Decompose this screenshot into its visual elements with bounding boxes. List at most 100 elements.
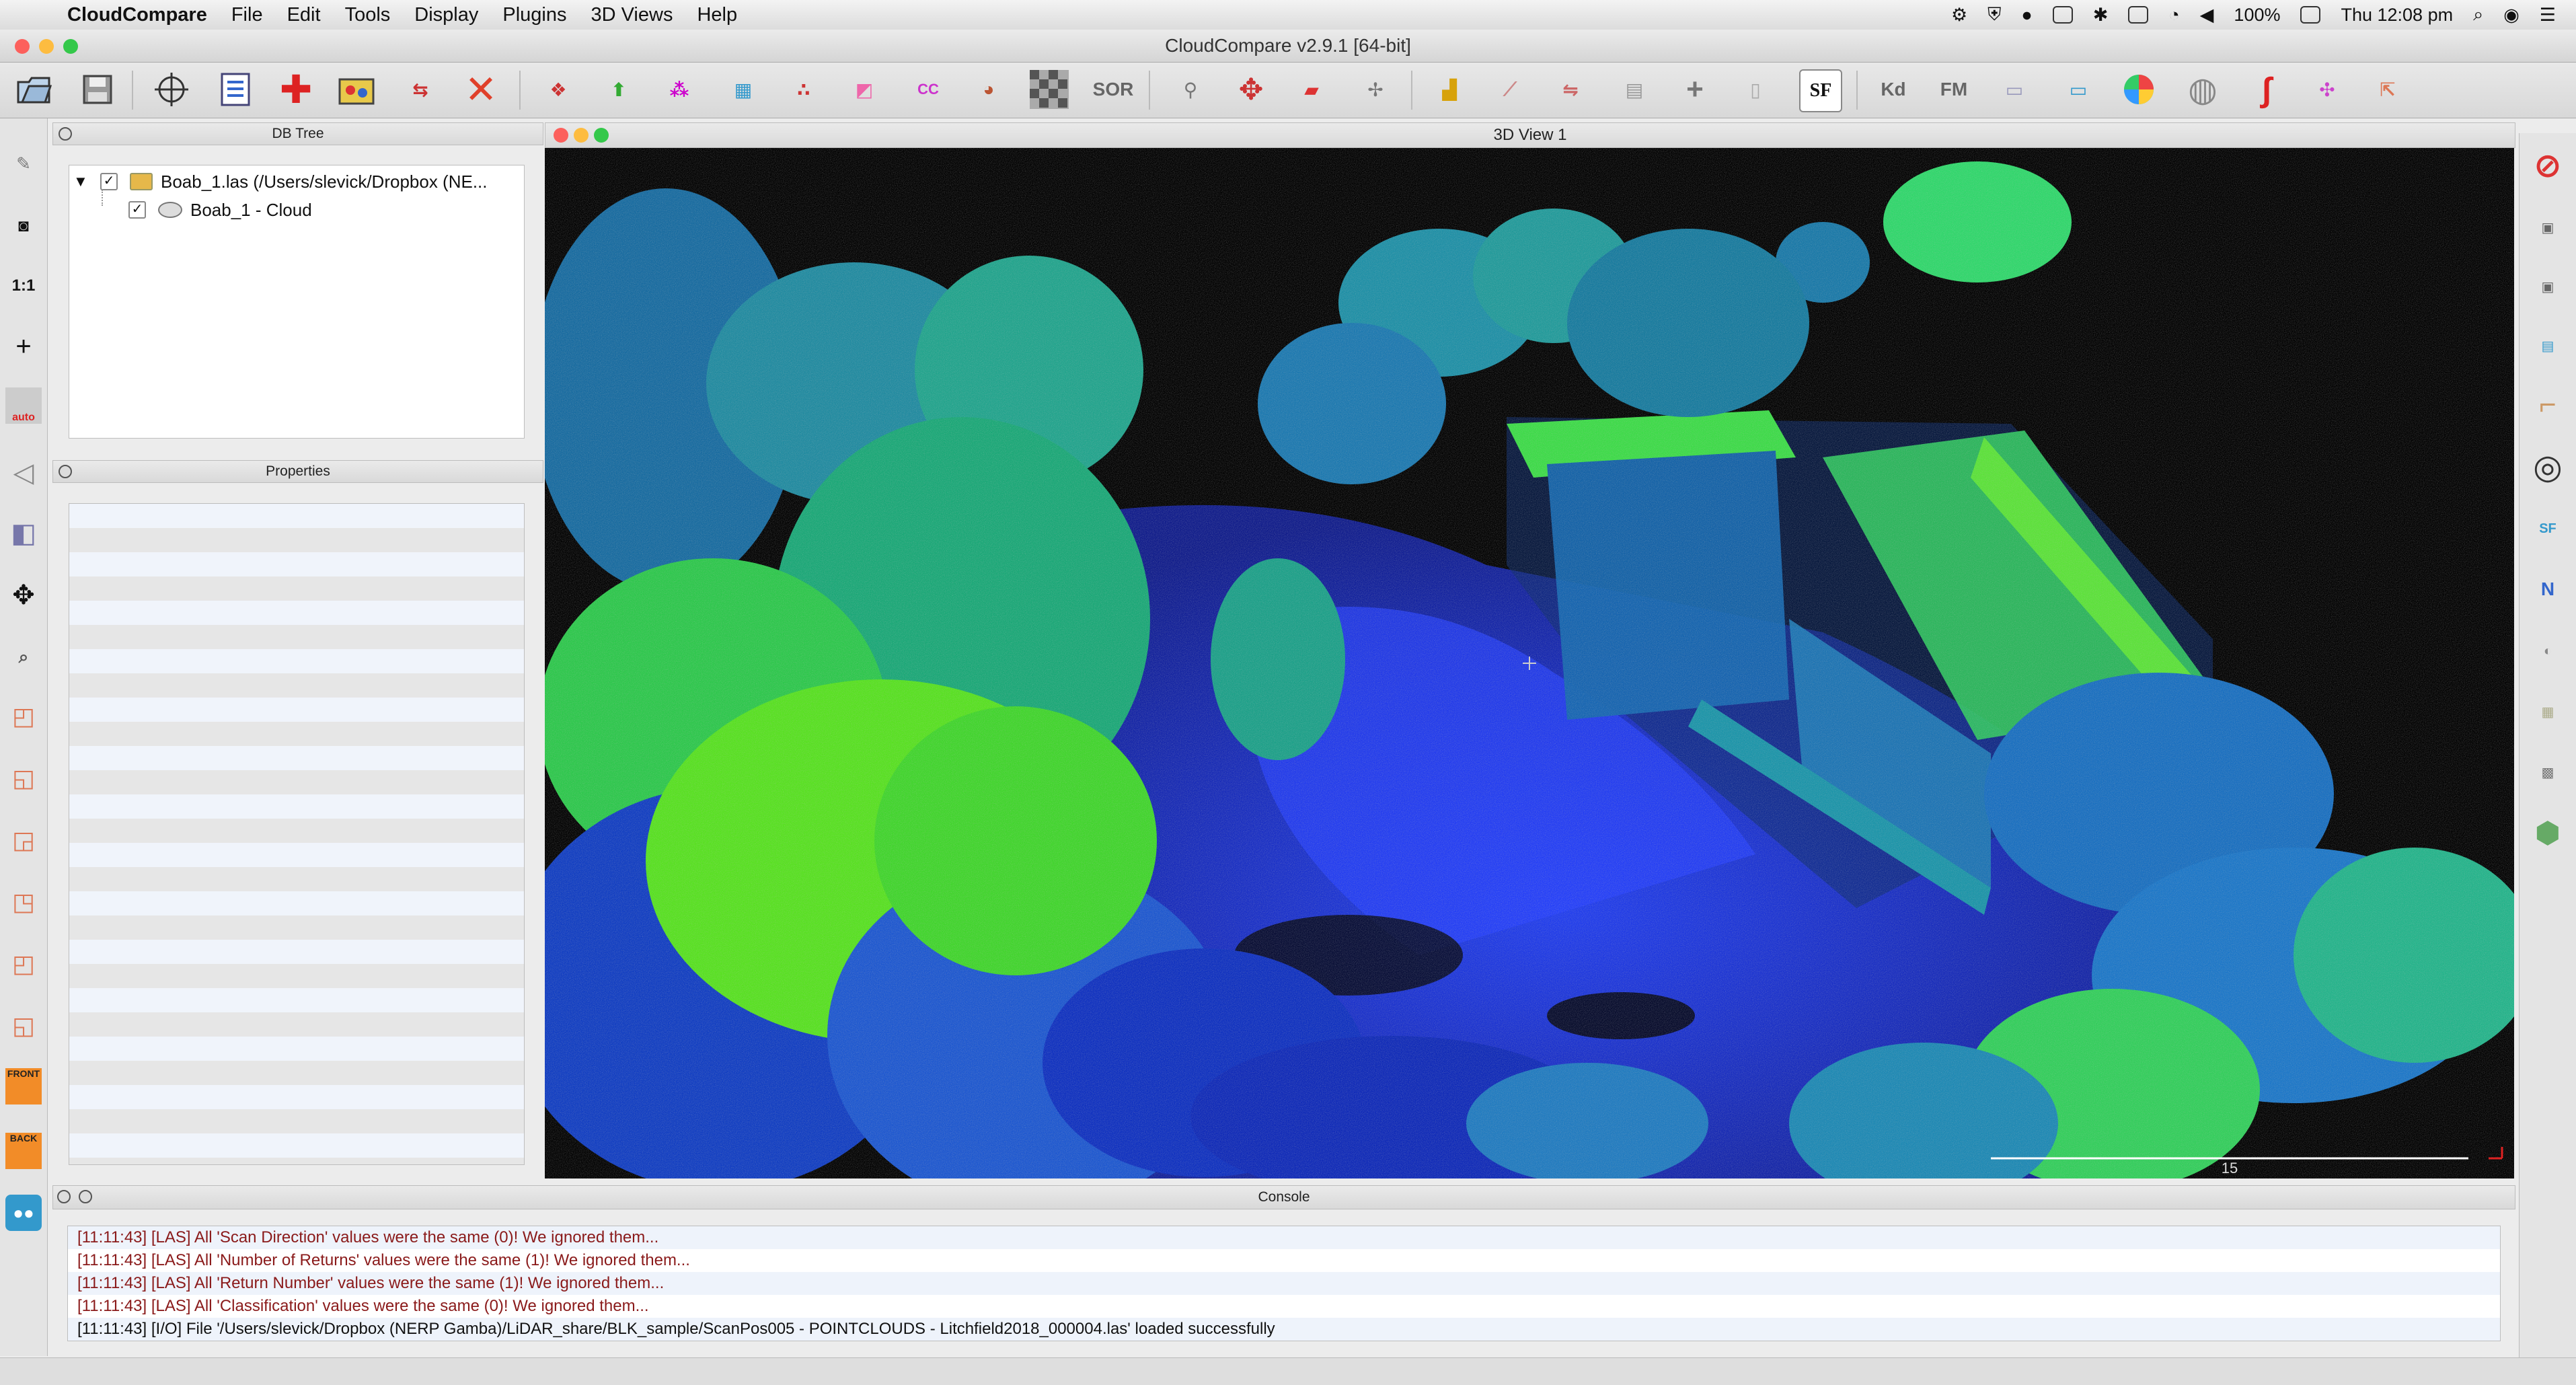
- connected-components-icon[interactable]: CC: [908, 69, 948, 110]
- compare-icon[interactable]: ⇋: [1550, 69, 1591, 110]
- export-icon[interactable]: ⇱: [2367, 69, 2408, 110]
- clone-icon[interactable]: ⇆: [400, 69, 441, 110]
- translate-rotate-icon[interactable]: ✥: [1231, 69, 1271, 110]
- panel-float-icon[interactable]: [79, 1190, 92, 1203]
- tree-item-cloud[interactable]: ✓ Boab_1 - Cloud: [123, 198, 312, 222]
- menu-3d-views[interactable]: 3D Views: [591, 4, 673, 26]
- gear-status-icon[interactable]: ⚙: [1951, 5, 1967, 26]
- tree-item-label[interactable]: Boab_1 - Cloud: [190, 200, 312, 221]
- globe-icon[interactable]: ◍: [2183, 69, 2223, 110]
- m3c2-plugin-icon[interactable]: ▦: [2529, 693, 2567, 731]
- minimize-view-button[interactable]: [574, 128, 589, 143]
- sor-filter-icon[interactable]: SOR: [1093, 69, 1134, 110]
- right-view-icon[interactable]: ◰: [5, 946, 42, 982]
- expand-arrow-icon[interactable]: ▼: [73, 173, 93, 190]
- back-view-icon[interactable]: ◳: [5, 884, 42, 920]
- panel-float-icon[interactable]: [59, 127, 72, 141]
- volume-icon[interactable]: ◀: [2200, 5, 2214, 26]
- panel-close-icon[interactable]: [57, 1190, 71, 1203]
- bottom-view-icon[interactable]: ◱: [5, 1008, 42, 1044]
- maximize-view-button[interactable]: [594, 128, 609, 143]
- zoom-icon[interactable]: ⌕: [5, 639, 42, 675]
- center-crosshair-icon[interactable]: +: [5, 328, 42, 365]
- front-view-icon[interactable]: ◱: [5, 760, 42, 796]
- hpr-plugin-icon[interactable]: ◐: [2529, 632, 2567, 670]
- wrench-icon[interactable]: ✎: [5, 145, 42, 182]
- scatter-icon[interactable]: ✣: [2307, 69, 2347, 110]
- perspective-icon[interactable]: ◁: [5, 455, 42, 491]
- tree-item-label[interactable]: Boab_1.las (/Users/slevick/Dropbox (NE..…: [161, 172, 488, 192]
- merge-clouds-icon[interactable]: [336, 69, 377, 110]
- auto-pick-center-button[interactable]: auto: [5, 387, 42, 424]
- mesh-icon[interactable]: ▦: [723, 69, 763, 110]
- scalar-field-icon[interactable]: SF: [1799, 69, 1842, 112]
- add-point-icon[interactable]: ✚: [276, 68, 316, 112]
- notification-center-icon[interactable]: ☰: [2540, 5, 2556, 26]
- close-view-button[interactable]: [554, 128, 568, 143]
- zoom-1to1-button[interactable]: 1:1: [5, 268, 42, 304]
- menu-plugins[interactable]: Plugins: [502, 4, 566, 26]
- color-wheel-icon[interactable]: [2119, 69, 2159, 110]
- pcv-plugin-icon[interactable]: ▩: [2529, 753, 2567, 791]
- menu-help[interactable]: Help: [697, 4, 737, 26]
- point-cloud-viewport[interactable]: 15: [545, 148, 2514, 1178]
- menu-app-name[interactable]: CloudCompare: [67, 4, 207, 26]
- sf-plugin-icon[interactable]: SF: [2529, 510, 2567, 548]
- clock[interactable]: Thu 12:08 pm: [2341, 5, 2453, 26]
- tree-item-root[interactable]: ▼ ✓ Boab_1.las (/Users/slevick/Dropbox (…: [73, 170, 488, 194]
- no-entry-icon[interactable]: ⊘: [2529, 147, 2567, 184]
- delete-icon[interactable]: ✕: [461, 68, 501, 112]
- cross-section-icon[interactable]: ▰: [1291, 69, 1332, 110]
- wifi-icon[interactable]: ◔: [2168, 5, 2179, 26]
- open-file-icon[interactable]: [13, 69, 54, 110]
- pan-icon[interactable]: ✥: [5, 577, 42, 613]
- subsample-icon[interactable]: ⁂: [659, 69, 699, 110]
- menu-display[interactable]: Display: [414, 4, 478, 26]
- circle-status-icon[interactable]: ●: [2021, 5, 2032, 26]
- compute-normals-icon[interactable]: ⬆: [599, 69, 639, 110]
- battery-icon[interactable]: [2300, 6, 2321, 24]
- poisson-plugin-icon[interactable]: ⬢: [2529, 814, 2567, 852]
- noise-filter-icon[interactable]: ∴: [784, 69, 824, 110]
- list-properties-icon[interactable]: [215, 69, 256, 110]
- console-log[interactable]: [11:11:43] [LAS] All 'Scan Direction' va…: [67, 1226, 2501, 1341]
- bluetooth-icon[interactable]: ✱: [2093, 5, 2109, 26]
- brush-icon[interactable]: ⌐: [2529, 386, 2567, 424]
- menu-file[interactable]: File: [231, 4, 263, 26]
- battery-percent[interactable]: 100%: [2234, 5, 2280, 26]
- iso-front-view-button[interactable]: FRONT: [5, 1068, 42, 1105]
- calculator-icon[interactable]: ▤: [1614, 69, 1655, 110]
- battery-status-icon[interactable]: [2128, 6, 2149, 24]
- menu-tools[interactable]: Tools: [345, 4, 391, 26]
- compass-icon[interactable]: ◎: [2529, 448, 2567, 486]
- close-window-button[interactable]: [15, 39, 30, 54]
- top-view-icon[interactable]: ◰: [5, 698, 42, 735]
- animation-icon[interactable]: ▤: [2529, 327, 2567, 365]
- checkerboard-icon[interactable]: [1029, 69, 1069, 110]
- checkbox[interactable]: ✓: [100, 173, 118, 190]
- checkbox[interactable]: ✓: [128, 201, 146, 219]
- sample-points-icon[interactable]: ❖: [538, 69, 578, 110]
- stereo-icon[interactable]: ●●: [5, 1195, 42, 1231]
- iso-back-view-button[interactable]: BACK: [5, 1133, 42, 1169]
- save-icon[interactable]: [77, 69, 118, 110]
- camera-icon[interactable]: ◙: [5, 207, 42, 244]
- left-view-icon[interactable]: ◲: [5, 822, 42, 858]
- plot-icon[interactable]: ⟋: [1490, 69, 1530, 110]
- align-icon[interactable]: ✢: [1355, 69, 1396, 110]
- kdtree-icon[interactable]: Kd: [1873, 69, 1914, 110]
- export-csv-icon[interactable]: ▭: [2058, 69, 2098, 110]
- histogram-icon[interactable]: ▟: [1429, 69, 1470, 110]
- spotlight-search-icon[interactable]: ⌕: [2473, 4, 2483, 26]
- segment-icon[interactable]: ◩: [844, 69, 884, 110]
- shield-status-icon[interactable]: ⛨: [1987, 4, 2001, 26]
- col-plugin-icon[interactable]: ▣: [2529, 209, 2567, 246]
- airplay-icon[interactable]: [2052, 6, 2073, 24]
- minimize-window-button[interactable]: [39, 39, 54, 54]
- pick-rotation-center-icon[interactable]: [151, 69, 192, 110]
- north-arrow-icon[interactable]: N: [2529, 570, 2567, 608]
- section-icon[interactable]: ∫: [2246, 69, 2287, 110]
- menu-edit[interactable]: Edit: [287, 4, 321, 26]
- siri-icon[interactable]: ◉: [2503, 5, 2520, 26]
- trash-icon[interactable]: ▯: [1735, 69, 1776, 110]
